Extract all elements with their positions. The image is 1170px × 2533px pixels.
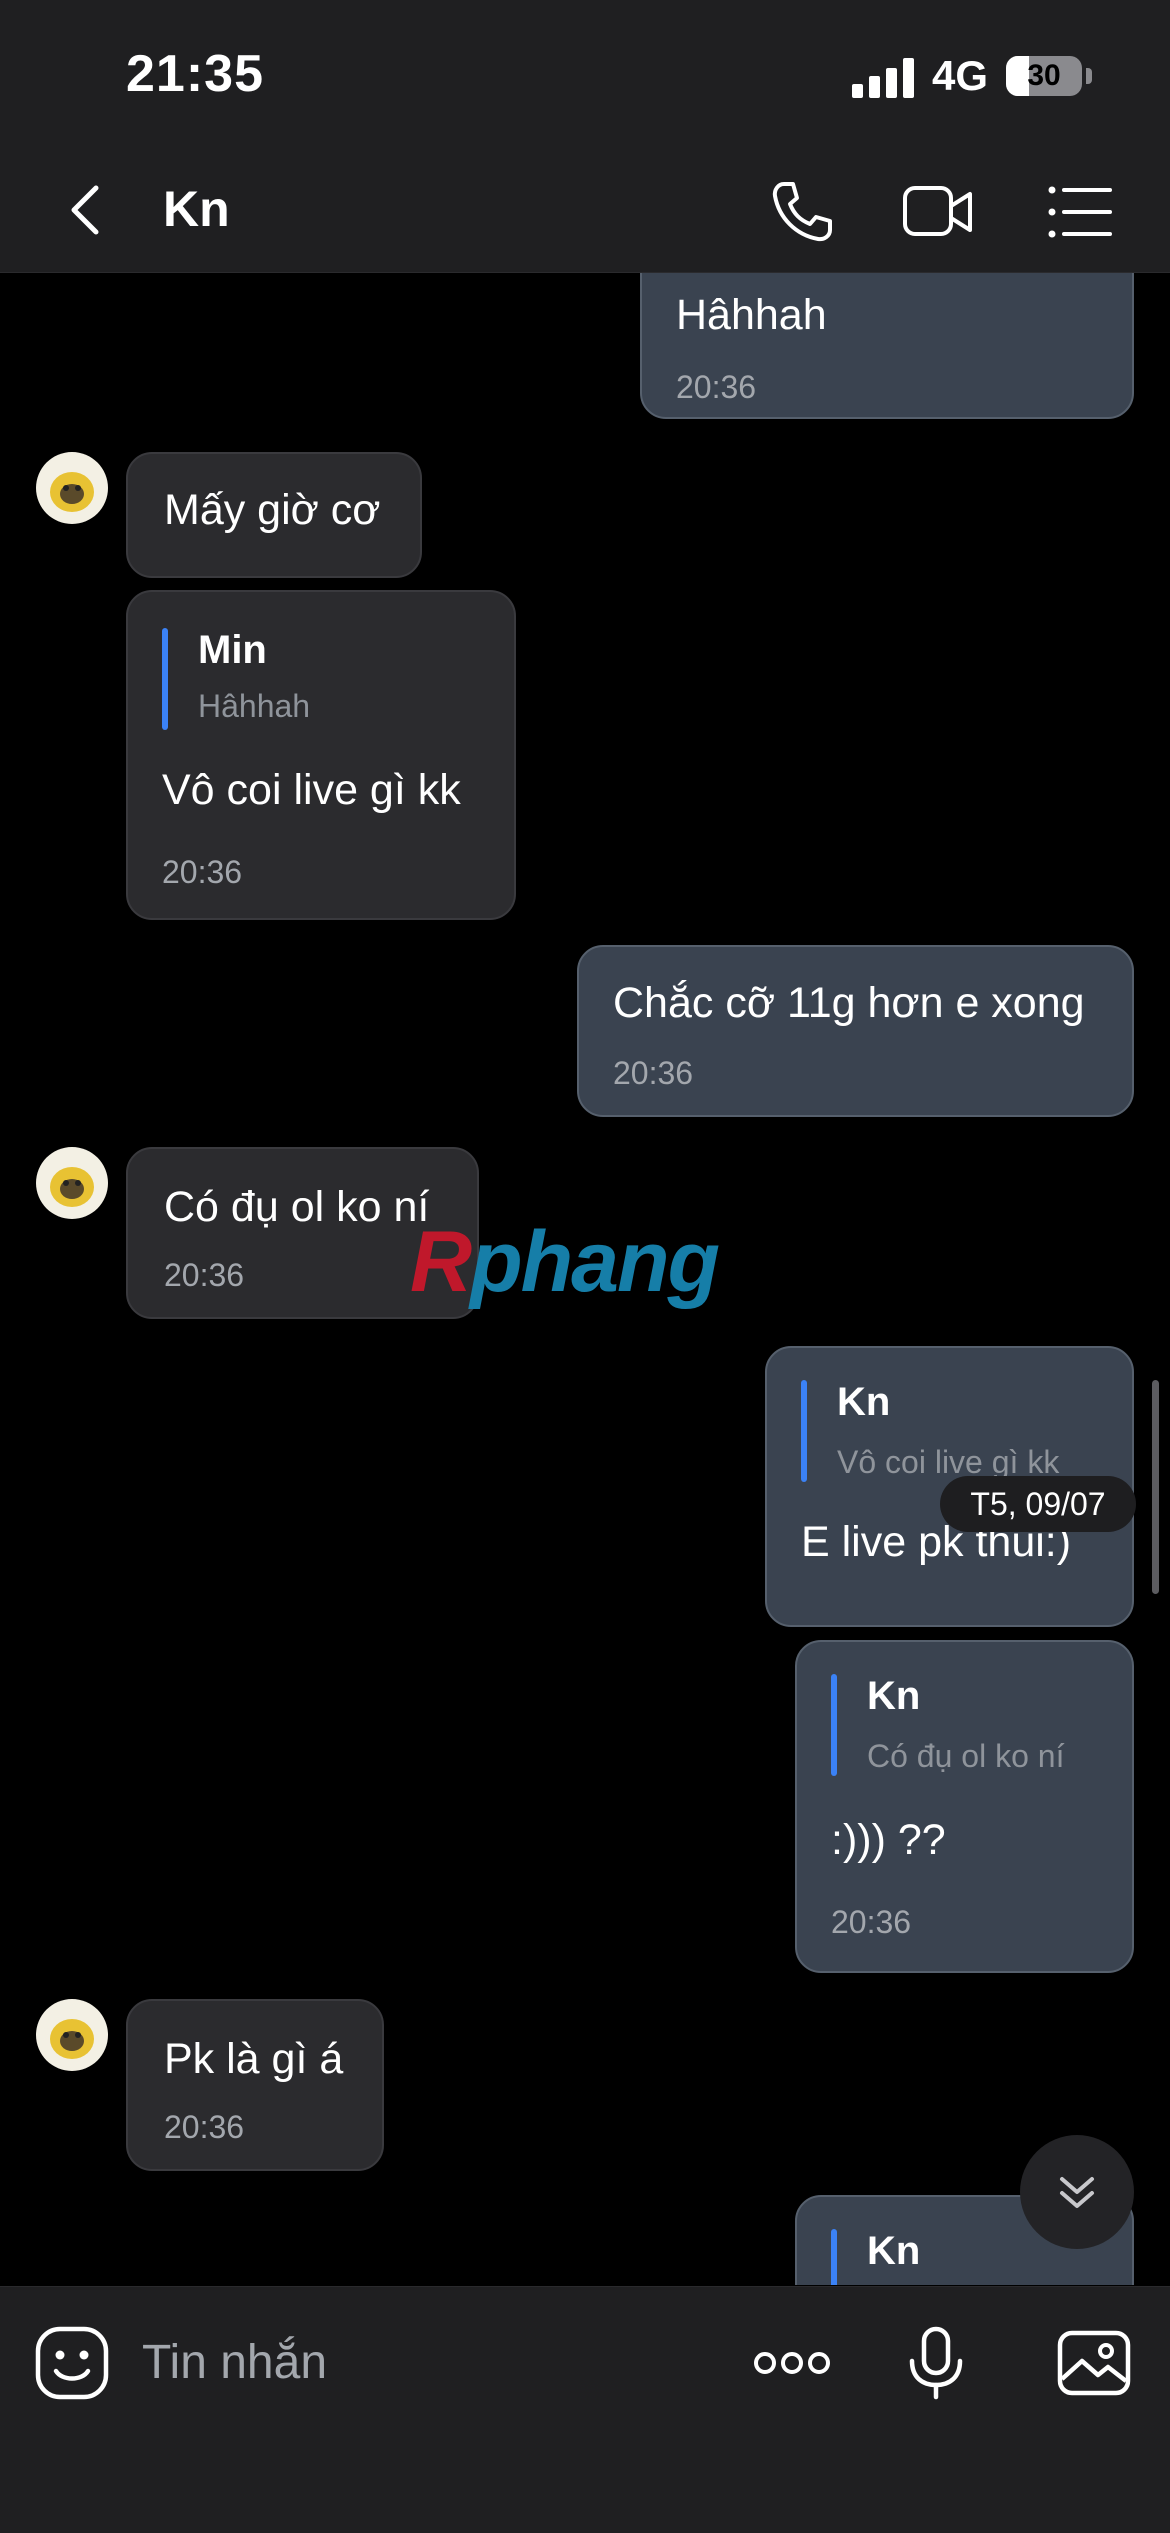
avatar[interactable] — [36, 1147, 108, 1219]
date-separator: T5, 09/07 — [940, 1476, 1136, 1532]
chat-header: Kn — [0, 150, 1170, 273]
message-bubble-outgoing[interactable]: Hâhhah 20:36 — [640, 273, 1134, 419]
message-time: 20:36 — [831, 1904, 912, 1940]
watermark-logo: Rphang — [410, 1214, 720, 1310]
scroll-down-button[interactable] — [1020, 2135, 1134, 2249]
quote-sender: Kn — [867, 2229, 921, 2273]
message-text: Mấy giờ cơ — [164, 486, 381, 534]
quote-sender: Min — [198, 628, 267, 672]
message-time: 20:36 — [162, 854, 243, 890]
battery-percentage: 30 — [1027, 59, 1061, 92]
message-time: 20:36 — [164, 1257, 245, 1293]
quote-bar — [162, 628, 168, 730]
message-text: Pk là gì á — [164, 2035, 344, 2083]
scrollbar[interactable] — [1152, 1380, 1159, 1594]
message-text: Có đụ ol ko ní — [164, 1183, 430, 1231]
contact-name[interactable]: Kn — [163, 180, 230, 238]
quote-text: Hâhhah — [198, 688, 311, 724]
menu-list-icon[interactable] — [1044, 176, 1116, 248]
quote-bar — [831, 1674, 837, 1776]
message-time: 20:36 — [164, 2109, 245, 2145]
network-type: 4G — [932, 52, 989, 99]
message-bubble-outgoing-reply[interactable]: Kn Có đụ ol ko ní :))) ?? 20:36 — [795, 1640, 1134, 1973]
microphone-icon[interactable] — [896, 2323, 976, 2403]
message-text: Chắc cỡ 11g hơn e xong — [613, 979, 1085, 1027]
status-bar: 21:35 4G 30 — [0, 0, 1170, 150]
message-bubble-incoming[interactable]: Mấy giờ cơ — [126, 452, 422, 578]
quote-text: Có đụ ol ko ní — [867, 1738, 1065, 1774]
battery-icon: 30 — [1006, 56, 1082, 96]
avatar[interactable] — [36, 1999, 108, 2071]
image-icon[interactable] — [1054, 2323, 1134, 2403]
video-call-icon[interactable] — [902, 176, 974, 248]
sticker-icon[interactable] — [32, 2323, 112, 2403]
more-options-icon[interactable] — [752, 2323, 832, 2403]
message-input[interactable]: Tin nhắn — [142, 2335, 327, 2390]
message-time: 20:36 — [676, 369, 757, 405]
back-icon[interactable] — [60, 180, 120, 240]
message-list[interactable]: Hâhhah 20:36 Mấy giờ cơ Min Hâhhah Vô co… — [0, 273, 1170, 2285]
quote-sender: Kn — [867, 1674, 921, 1718]
message-time: 20:36 — [613, 1055, 694, 1091]
message-bubble-outgoing[interactable]: Chắc cỡ 11g hơn e xong 20:36 — [577, 945, 1134, 1117]
avatar[interactable] — [36, 452, 108, 524]
signal-icon — [852, 58, 916, 98]
status-time: 21:35 — [126, 45, 264, 103]
battery-tip — [1086, 68, 1092, 84]
message-text: Vô coi live gì kk — [162, 766, 461, 814]
phone-icon[interactable] — [766, 176, 838, 248]
message-text: Hâhhah — [676, 291, 827, 339]
quote-bar — [801, 1380, 807, 1482]
scroll-down-icon — [1060, 2177, 1094, 2208]
composer-bar: Tin nhắn — [0, 2286, 1170, 2533]
message-text: :))) ?? — [831, 1816, 946, 1864]
message-bubble-incoming[interactable]: Pk là gì á 20:36 — [126, 1999, 384, 2171]
message-bubble-incoming-reply[interactable]: Min Hâhhah Vô coi live gì kk 20:36 — [126, 590, 516, 920]
quote-sender: Kn — [837, 1380, 891, 1424]
quote-bar — [831, 2229, 837, 2285]
